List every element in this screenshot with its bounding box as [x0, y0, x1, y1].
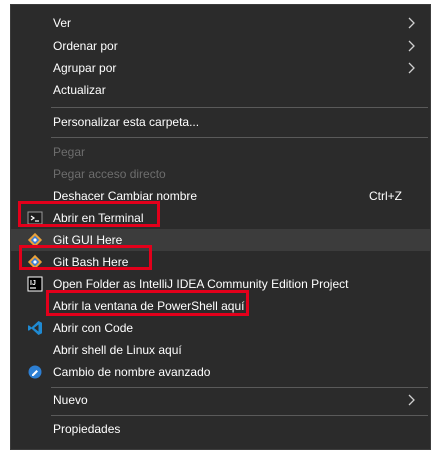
- menu-item-abrir-en-terminal[interactable]: Abrir en Terminal: [11, 207, 430, 229]
- intellij-icon: IJ: [27, 276, 43, 292]
- menu-item-agrupar-por[interactable]: Agrupar por: [11, 57, 430, 79]
- menu-item-git-bash-here[interactable]: Git Bash Here: [11, 251, 430, 273]
- chevron-right-icon: [408, 62, 415, 74]
- menu-item-actualizar[interactable]: Actualizar: [11, 79, 430, 101]
- git-gui-icon: [27, 232, 43, 248]
- menu-item-personalizar-carpeta[interactable]: Personalizar esta carpeta...: [11, 111, 430, 133]
- menu-item-open-intellij[interactable]: IJ Open Folder as IntelliJ IDEA Communit…: [11, 273, 430, 295]
- menu-separator: [51, 137, 428, 138]
- menu-separator: [51, 387, 428, 388]
- menu-item-label: Abrir en Terminal: [53, 211, 144, 225]
- menu-item-label: Pegar acceso directo: [53, 167, 166, 181]
- chevron-right-icon: [408, 17, 415, 29]
- menu-item-label: Nuevo: [53, 393, 88, 407]
- menu-separator: [51, 107, 428, 108]
- terminal-icon: [27, 211, 43, 225]
- menu-item-ver[interactable]: Ver: [11, 12, 430, 34]
- menu-item-pegar-acceso-directo: Pegar acceso directo: [11, 163, 430, 185]
- menu-item-label: Git Bash Here: [53, 255, 129, 269]
- menu-item-propiedades[interactable]: Propiedades: [11, 418, 430, 440]
- menu-item-nuevo[interactable]: Nuevo: [11, 389, 430, 411]
- menu-item-abrir-shell-linux[interactable]: Abrir shell de Linux aquí: [11, 339, 430, 361]
- git-bash-icon: [27, 254, 43, 270]
- menu-item-label: Propiedades: [53, 422, 121, 436]
- menu-item-label: Agrupar por: [53, 61, 117, 75]
- svg-text:IJ: IJ: [30, 280, 36, 287]
- menu-item-cambio-nombre-avanzado[interactable]: Cambio de nombre avanzado: [11, 361, 430, 383]
- menu-separator: [51, 415, 428, 416]
- menu-item-pegar: Pegar: [11, 141, 430, 163]
- menu-item-label: Open Folder as IntelliJ IDEA Community E…: [53, 277, 349, 291]
- menu-item-label: Deshacer Cambiar nombre: [53, 189, 198, 203]
- menu-item-label: Ver: [53, 16, 72, 30]
- chevron-right-icon: [408, 394, 415, 406]
- menu-item-label: Git GUI Here: [53, 233, 123, 247]
- menu-item-label: Ordenar por: [53, 39, 118, 53]
- menu-item-deshacer[interactable]: Deshacer Cambiar nombre Ctrl+Z: [11, 185, 430, 207]
- vscode-icon: [28, 321, 42, 335]
- context-menu: Ver Ordenar por Agrupar por Actualizar P…: [10, 4, 431, 450]
- menu-item-label: Personalizar esta carpeta...: [53, 115, 200, 129]
- chevron-right-icon: [408, 40, 415, 52]
- menu-item-abrir-powershell[interactable]: Abrir la ventana de PowerShell aquí: [11, 295, 430, 317]
- menu-item-label: Cambio de nombre avanzado: [53, 365, 211, 379]
- menu-item-shortcut: Ctrl+Z: [369, 189, 402, 203]
- menu-item-label: Abrir con Code: [53, 321, 134, 335]
- menu-item-label: Actualizar: [53, 83, 106, 97]
- menu-item-label: Abrir shell de Linux aquí: [53, 343, 182, 357]
- menu-item-git-gui-here[interactable]: Git GUI Here: [11, 229, 430, 251]
- menu-item-label: Abrir la ventana de PowerShell aquí: [53, 299, 245, 313]
- menu-item-ordenar-por[interactable]: Ordenar por: [11, 35, 430, 57]
- rename-icon: [28, 365, 42, 379]
- menu-item-abrir-con-code[interactable]: Abrir con Code: [11, 317, 430, 339]
- menu-item-label: Pegar: [53, 145, 86, 159]
